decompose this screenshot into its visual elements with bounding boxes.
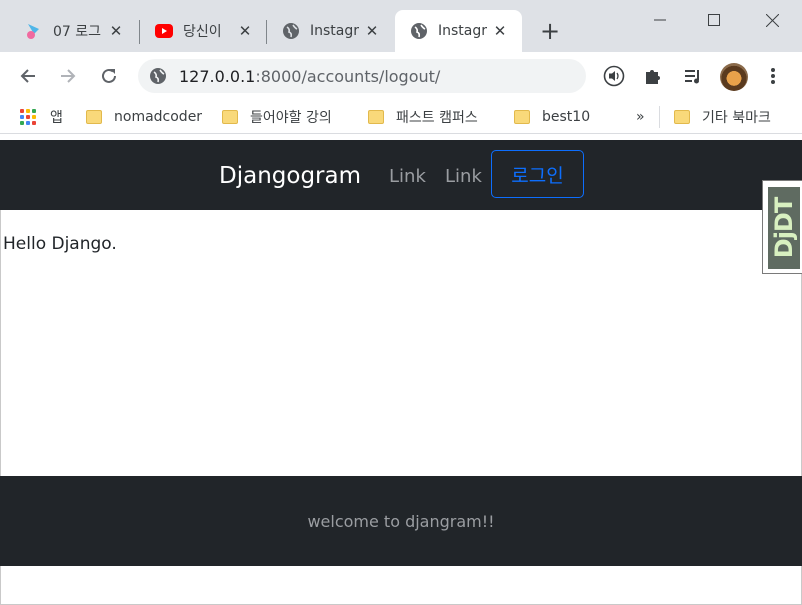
globe-icon [410, 22, 428, 40]
tab-2[interactable]: 당신이 ✕ [140, 10, 267, 52]
address-bar[interactable]: 127.0.0.1:8000/accounts/logout/ [138, 59, 586, 93]
tab-1[interactable]: 07 로그 ✕ [10, 10, 138, 52]
apps-grid-icon [20, 109, 36, 125]
navbar-brand[interactable]: Djangogram [219, 163, 361, 189]
footer-text: welcome to djangram!! [307, 511, 495, 531]
nav-link[interactable]: Link [389, 166, 426, 187]
window-close-button[interactable] [760, 8, 784, 32]
menu-kebab-icon[interactable] [761, 64, 785, 88]
bookmark-apps[interactable]: 앱 [20, 106, 63, 128]
site-footer: welcome to djangram!! [0, 476, 802, 566]
tab-4-active[interactable]: Instagr ✕ [395, 10, 522, 52]
tab-3[interactable]: Instagr ✕ [267, 10, 394, 52]
close-icon[interactable]: ✕ [364, 22, 380, 40]
djdt-logo: DjDT [768, 187, 800, 269]
site-icon [25, 22, 43, 40]
djdt-label: DjDT [770, 197, 799, 259]
folder-icon [86, 110, 102, 124]
globe-icon [149, 67, 167, 85]
url-host: 127.0.0.1 [179, 66, 256, 86]
bookmark-label: best10 [542, 109, 591, 125]
django-debug-toolbar-handle[interactable]: DjDT [762, 180, 802, 274]
bookmark-folder[interactable]: best10 [514, 106, 590, 128]
tab-title: Instagr [310, 23, 360, 39]
reload-button[interactable] [97, 64, 121, 88]
nav-link[interactable]: Link [445, 166, 482, 187]
bookmark-other-folder[interactable]: 기타 북마크 [674, 106, 771, 128]
folder-icon [368, 110, 384, 124]
media-icon[interactable] [602, 64, 626, 88]
new-tab-button[interactable]: + [538, 19, 562, 44]
bookmark-label: 기타 북마크 [702, 110, 771, 126]
minimize-button[interactable] [648, 8, 672, 32]
reload-icon [102, 68, 116, 83]
tab-title: 07 로그 [53, 24, 102, 40]
bookmark-folder[interactable]: nomadcoder [86, 106, 202, 128]
profile-avatar[interactable] [720, 63, 748, 91]
close-icon[interactable]: ✕ [492, 22, 508, 40]
hello-text: Hello Django. [3, 234, 117, 254]
back-button[interactable] [16, 64, 40, 88]
bookmark-label: 들어야할 강의 [250, 110, 332, 126]
page-bottom [0, 566, 802, 605]
globe-icon [282, 22, 300, 40]
bookmarks-overflow-button[interactable]: » [636, 106, 645, 128]
close-icon[interactable]: ✕ [108, 22, 124, 40]
tab-title: 당신이 [183, 24, 222, 40]
bookmark-folder[interactable]: 들어야할 강의 [222, 106, 332, 128]
folder-icon [674, 110, 690, 124]
url-path: :8000/accounts/logout/ [255, 66, 441, 86]
folder-icon [222, 110, 238, 124]
bookmark-folder[interactable]: 패스트 캠퍼스 [368, 106, 478, 128]
url-text: 127.0.0.1:8000/accounts/logout/ [179, 67, 440, 86]
browser-toolbar: 127.0.0.1:8000/accounts/logout/ [0, 52, 802, 100]
bookmarks-bar: 앱 nomadcoder 들어야할 강의 패스트 캠퍼스 best10 » 기타… [0, 100, 802, 134]
tab-strip: 07 로그 ✕ 당신이 ✕ Instagr ✕ Instagr ✕ + [0, 0, 802, 52]
folder-icon [514, 110, 530, 124]
bookmarks-divider [659, 106, 660, 128]
bookmark-label: 패스트 캠퍼스 [396, 110, 478, 126]
page-content: Hello Django. [0, 210, 802, 476]
forward-arrow-icon [61, 69, 76, 83]
extensions-puzzle-icon[interactable] [641, 64, 665, 88]
login-button[interactable]: 로그인 [491, 150, 584, 198]
tab-title: Instagr [438, 23, 488, 39]
forward-button[interactable] [56, 64, 80, 88]
maximize-button[interactable] [702, 8, 726, 32]
back-arrow-icon [20, 69, 35, 83]
youtube-icon [155, 22, 173, 40]
bookmark-label: nomadcoder [114, 109, 203, 125]
site-navbar: Djangogram Link Link 로그인 [0, 140, 802, 210]
media-queue-icon[interactable] [681, 64, 705, 88]
bookmark-label: 앱 [50, 110, 63, 126]
close-icon[interactable]: ✕ [237, 22, 253, 40]
